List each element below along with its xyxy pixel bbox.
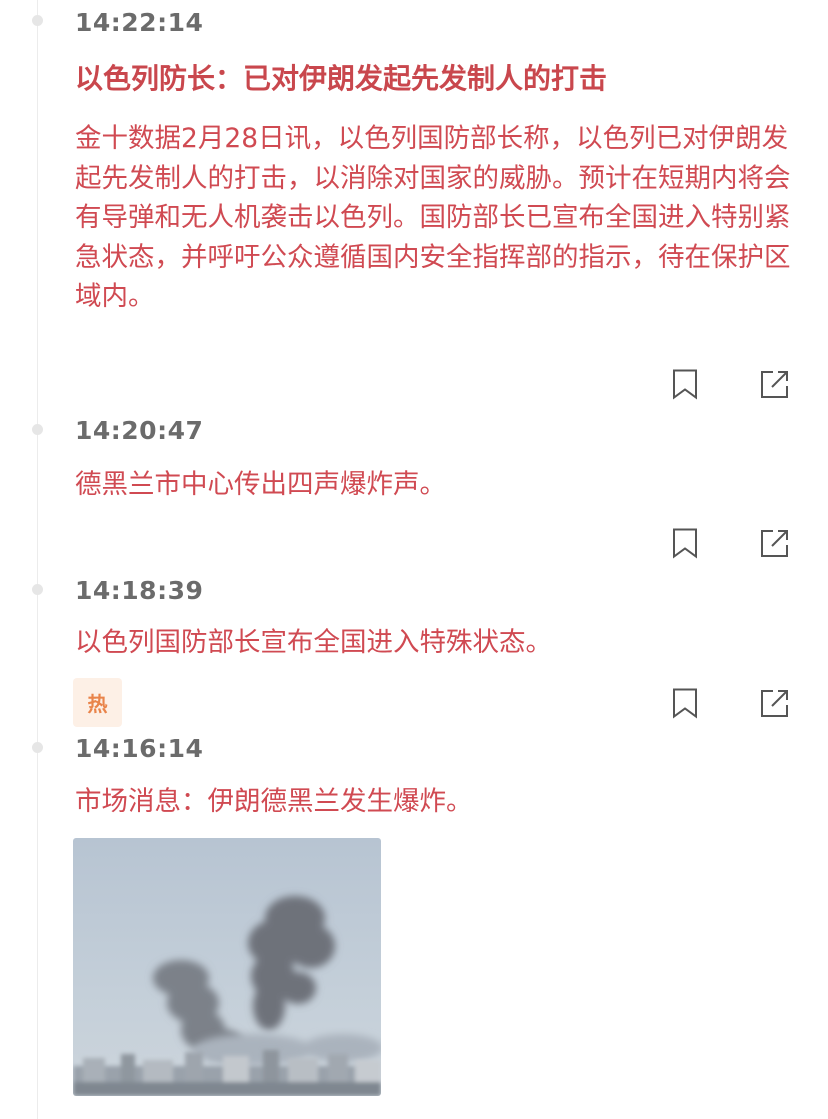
bookmark-icon xyxy=(673,688,697,719)
bookmark-button[interactable] xyxy=(669,368,701,400)
news-content: 市场消息：伊朗德黑兰发生爆炸。 xyxy=(75,786,473,817)
timeline-line xyxy=(37,0,38,1119)
timeline-dot xyxy=(32,15,43,26)
news-time: 14:18:39 xyxy=(75,576,204,605)
timeline-dot xyxy=(32,584,43,595)
news-content: 以色列国防部长宣布全国进入特殊状态。 xyxy=(75,627,552,658)
hot-badge: 热 xyxy=(73,678,122,727)
news-time: 14:22:14 xyxy=(75,8,204,37)
news-time: 14:20:47 xyxy=(75,416,204,445)
news-content: 德黑兰市中心传出四声爆炸声。 xyxy=(75,469,446,500)
bookmark-icon xyxy=(673,528,697,559)
share-icon xyxy=(761,690,788,717)
news-time: 14:16:14 xyxy=(75,734,204,763)
bookmark-button[interactable] xyxy=(669,687,701,719)
timeline-dot xyxy=(32,424,43,435)
news-photo[interactable] xyxy=(73,838,381,1096)
share-button[interactable] xyxy=(759,527,791,559)
news-headline[interactable]: 以色列防长：已对伊朗发起先发制人的打击 xyxy=(75,57,607,97)
share-icon xyxy=(761,530,788,557)
share-button[interactable] xyxy=(759,368,791,400)
explosion-smoke-photo xyxy=(73,838,381,1096)
news-content: 金十数据2月28日讯，以色列国防部长称，以色列已对伊朗发起先发制人的打击，以消除… xyxy=(75,123,791,312)
bookmark-button[interactable] xyxy=(669,527,701,559)
bookmark-icon xyxy=(673,369,697,400)
timeline-dot xyxy=(32,742,43,753)
share-button[interactable] xyxy=(759,687,791,719)
share-icon xyxy=(761,371,788,398)
